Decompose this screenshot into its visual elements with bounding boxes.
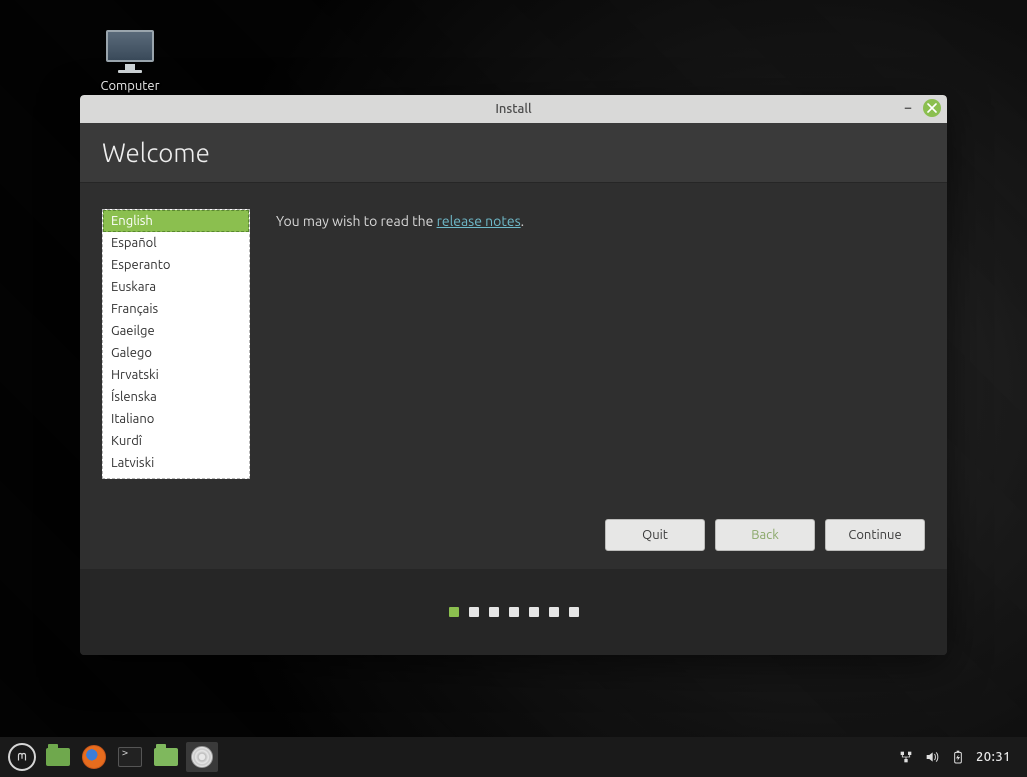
progress-dot bbox=[469, 607, 479, 617]
progress-dot bbox=[509, 607, 519, 617]
language-option[interactable]: Español bbox=[103, 232, 249, 254]
disc-icon bbox=[191, 746, 213, 768]
volume-tray[interactable] bbox=[924, 749, 940, 765]
terminal-icon bbox=[118, 747, 142, 767]
titlebar[interactable]: Install – bbox=[80, 95, 947, 123]
language-option[interactable]: Hrvatski bbox=[103, 364, 249, 386]
volume-icon bbox=[924, 749, 940, 765]
language-list[interactable]: EnglishEspañolEsperantoEuskaraFrançaisGa… bbox=[102, 209, 250, 479]
language-option[interactable]: Esperanto bbox=[103, 254, 249, 276]
page-title: Welcome bbox=[102, 138, 210, 167]
files-launcher[interactable] bbox=[150, 742, 182, 772]
hint-text: You may wish to read the release notes. bbox=[276, 209, 524, 559]
continue-button[interactable]: Continue bbox=[825, 519, 925, 551]
header: Welcome bbox=[80, 123, 947, 183]
minimize-button[interactable]: – bbox=[901, 101, 915, 115]
close-icon bbox=[927, 103, 937, 113]
language-option[interactable]: Íslenska bbox=[103, 386, 249, 408]
progress-indicator bbox=[80, 569, 947, 655]
network-tray[interactable] bbox=[898, 749, 914, 765]
window-title: Install bbox=[495, 102, 531, 116]
firefox-icon bbox=[82, 745, 106, 769]
show-desktop-button[interactable] bbox=[42, 742, 74, 772]
language-option[interactable]: Gaeilge bbox=[103, 320, 249, 342]
language-option[interactable]: Euskara bbox=[103, 276, 249, 298]
installer-task[interactable] bbox=[186, 742, 218, 772]
battery-tray[interactable] bbox=[950, 749, 966, 765]
monitor-icon bbox=[106, 30, 154, 62]
progress-dot bbox=[529, 607, 539, 617]
desktop-computer-icon[interactable]: Computer bbox=[90, 30, 170, 93]
language-option[interactable]: Latviski bbox=[103, 452, 249, 474]
desktop-folder-icon bbox=[46, 748, 70, 766]
clock[interactable]: 20:31 bbox=[976, 750, 1011, 764]
release-notes-link[interactable]: release notes bbox=[437, 213, 521, 229]
language-option[interactable]: Kurdî bbox=[103, 430, 249, 452]
menu-button[interactable] bbox=[6, 742, 38, 772]
language-option[interactable]: Galego bbox=[103, 342, 249, 364]
firefox-launcher[interactable] bbox=[78, 742, 110, 772]
mint-logo-icon bbox=[8, 743, 36, 771]
files-icon bbox=[154, 748, 178, 766]
progress-dot bbox=[489, 607, 499, 617]
taskbar: 20:31 bbox=[0, 737, 1027, 777]
body: EnglishEspañolEsperantoEuskaraFrançaisGa… bbox=[80, 183, 947, 569]
quit-button[interactable]: Quit bbox=[605, 519, 705, 551]
battery-icon bbox=[950, 749, 966, 765]
close-button[interactable] bbox=[923, 99, 941, 117]
language-option[interactable]: Italiano bbox=[103, 408, 249, 430]
back-button[interactable]: Back bbox=[715, 519, 815, 551]
terminal-launcher[interactable] bbox=[114, 742, 146, 772]
progress-dot bbox=[549, 607, 559, 617]
progress-dot bbox=[449, 607, 459, 617]
network-icon bbox=[898, 749, 914, 765]
language-option[interactable]: Français bbox=[103, 298, 249, 320]
desktop-icon-label: Computer bbox=[90, 79, 170, 93]
footer-buttons: Quit Back Continue bbox=[605, 519, 925, 551]
progress-dot bbox=[569, 607, 579, 617]
install-window: Install – Welcome EnglishEspañolEsperant… bbox=[80, 95, 947, 655]
language-option[interactable]: English bbox=[103, 210, 249, 232]
